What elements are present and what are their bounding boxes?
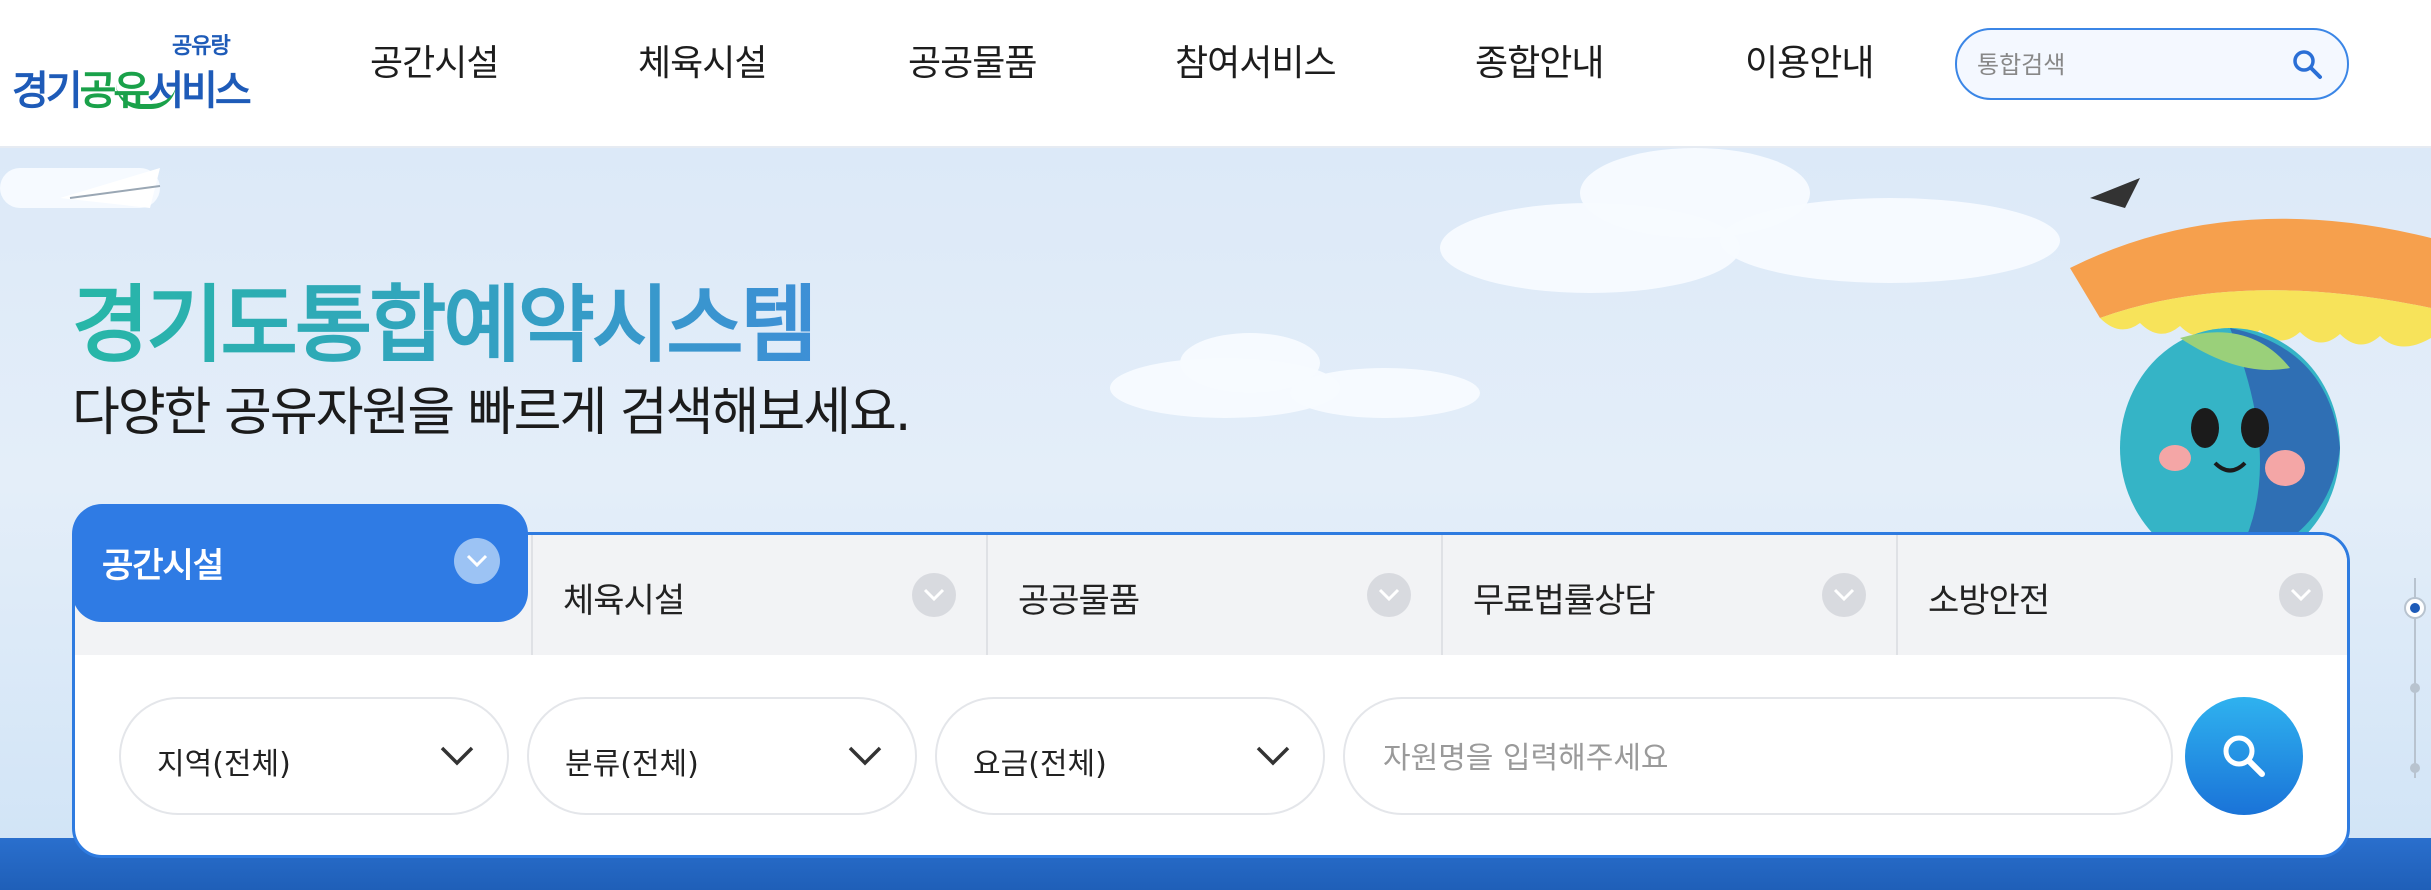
region-select[interactable]: 지역(전체) bbox=[119, 697, 509, 815]
header-search[interactable] bbox=[1955, 28, 2349, 100]
nav-item-space[interactable]: 공간시설 bbox=[370, 34, 499, 86]
resource-name-input[interactable] bbox=[1381, 737, 2125, 779]
category-select[interactable]: 분류(전체) bbox=[527, 697, 917, 815]
category-select-value: 분류(전체) bbox=[565, 747, 699, 782]
chevron-down-icon bbox=[848, 746, 882, 766]
paper-plane-icon bbox=[60, 168, 161, 208]
nav-item-sports[interactable]: 체육시설 bbox=[638, 34, 767, 86]
tab-fire-safety[interactable]: 소방안전 bbox=[1896, 535, 2347, 655]
nav-item-general-info[interactable]: 종합안내 bbox=[1475, 34, 1604, 86]
chevron-down-icon bbox=[912, 573, 956, 617]
search-button[interactable] bbox=[2185, 697, 2303, 815]
cloud bbox=[1290, 368, 1480, 418]
tab-label: 소방안전 bbox=[1928, 581, 2050, 621]
resource-name-field[interactable] bbox=[1343, 697, 2173, 815]
header-search-input[interactable] bbox=[1975, 46, 2279, 84]
hero-title: 경기도통합예약시스템 bbox=[72, 258, 818, 379]
tab-label: 공간시설 bbox=[102, 546, 224, 586]
tab-label: 공공물품 bbox=[1018, 581, 1140, 621]
logo-sub-text: 공유랑 bbox=[172, 34, 231, 59]
nav-item-usage-guide[interactable]: 이용안내 bbox=[1745, 34, 1874, 86]
chevron-down-icon bbox=[440, 746, 474, 766]
region-select-value: 지역(전체) bbox=[157, 747, 291, 782]
nav-item-goods[interactable]: 공공물품 bbox=[908, 34, 1037, 86]
mascot-illustration bbox=[2070, 178, 2431, 548]
chevron-down-icon bbox=[2279, 573, 2323, 617]
tab-space-active[interactable]: 공간시설 bbox=[72, 504, 528, 622]
site-header: 공유랑 경기공유서비스 공간시설 체육시설 공공물품 참여서비스 종합안내 이용… bbox=[0, 0, 2431, 148]
nav-item-participation[interactable]: 참여서비스 bbox=[1175, 34, 1337, 86]
cloud bbox=[1720, 198, 2060, 283]
logo-text-part-1: 경기 bbox=[12, 68, 83, 114]
chevron-down-icon bbox=[1822, 573, 1866, 617]
chevron-down-icon bbox=[1256, 746, 1290, 766]
tab-sports[interactable]: 체육시설 bbox=[531, 535, 986, 655]
site-logo[interactable]: 공유랑 경기공유서비스 bbox=[12, 28, 252, 114]
tab-public-goods[interactable]: 공공물품 bbox=[986, 535, 1441, 655]
search-icon bbox=[2223, 735, 2265, 777]
search-icon[interactable] bbox=[2291, 48, 2323, 80]
fee-select-value: 요금(전체) bbox=[973, 747, 1107, 782]
tab-label: 체육시설 bbox=[563, 581, 685, 621]
tab-label: 무료법률상담 bbox=[1473, 581, 1656, 621]
slide-indicator[interactable] bbox=[2402, 578, 2428, 808]
tab-legal-consult[interactable]: 무료법률상담 bbox=[1441, 535, 1896, 655]
fee-select[interactable]: 요금(전체) bbox=[935, 697, 1325, 815]
hero-subtitle: 다양한 공유자원을 빠르게 검색해보세요. bbox=[72, 383, 911, 443]
chevron-down-icon bbox=[454, 538, 500, 584]
chevron-down-icon bbox=[1367, 573, 1411, 617]
